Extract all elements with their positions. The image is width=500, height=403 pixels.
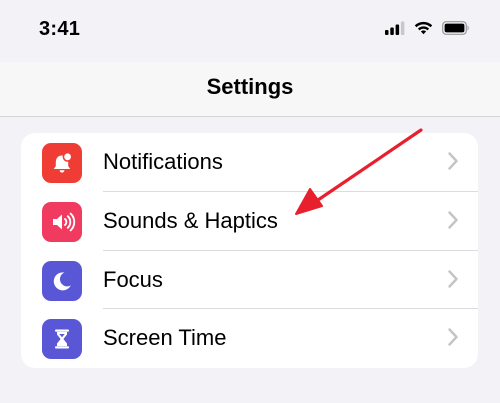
status-time: 3:41 bbox=[39, 18, 81, 40]
navigation-bar: Settings bbox=[0, 62, 500, 117]
moon-icon bbox=[42, 260, 82, 301]
hourglass-icon bbox=[42, 319, 82, 360]
page-title: Settings bbox=[206, 74, 294, 99]
settings-item-focus[interactable]: Focus bbox=[21, 251, 478, 310]
status-icons bbox=[385, 21, 470, 40]
settings-group: Notifications Sounds & Haptics Focus Scr… bbox=[21, 133, 478, 368]
settings-item-label: Sounds & Haptics bbox=[103, 207, 278, 233]
chevron-right-icon bbox=[448, 269, 458, 293]
chevron-right-icon bbox=[448, 328, 458, 351]
settings-item-label: Notifications bbox=[103, 149, 223, 174]
settings-item-screen-time[interactable]: Screen Time bbox=[21, 309, 478, 368]
signal-icon bbox=[385, 21, 405, 40]
chevron-right-icon bbox=[448, 211, 458, 234]
status-bar: 3:41 bbox=[0, 0, 500, 62]
notifications-icon bbox=[42, 143, 82, 183]
settings-item-label: Focus bbox=[103, 266, 163, 292]
wifi-icon bbox=[414, 21, 433, 40]
speaker-icon bbox=[42, 201, 82, 242]
settings-item-sounds-haptics[interactable]: Sounds & Haptics bbox=[21, 192, 478, 251]
chevron-right-icon bbox=[448, 152, 458, 175]
settings-item-notifications[interactable]: Notifications bbox=[21, 133, 478, 192]
battery-icon bbox=[442, 21, 470, 40]
settings-item-label: Screen Time bbox=[103, 325, 227, 351]
